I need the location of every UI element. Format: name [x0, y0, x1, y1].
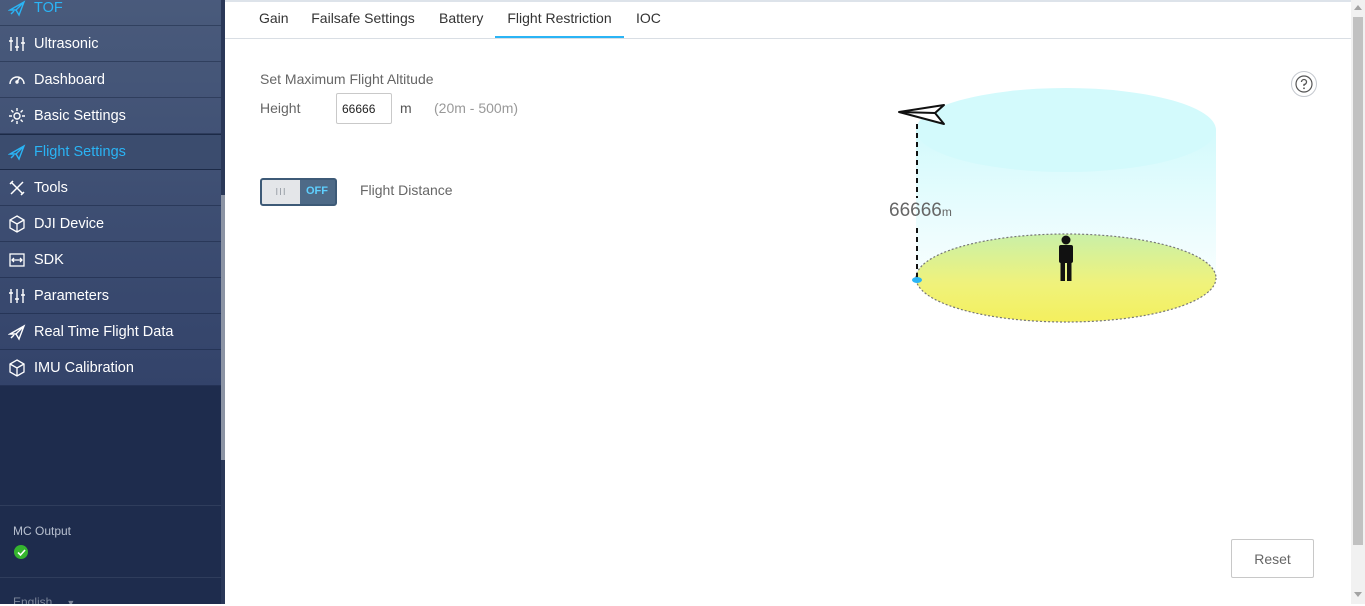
altitude-value: 66666 — [889, 200, 942, 221]
sliders-icon — [0, 35, 34, 53]
sidebar-item-label: Parameters — [34, 287, 109, 304]
origin-dot — [912, 277, 922, 283]
sliders-icon — [0, 287, 34, 305]
altitude-illustration — [898, 88, 1217, 323]
page-scroll-thumb[interactable] — [1353, 17, 1363, 545]
sidebar-nav: TOF Ultrasonic Dashboard Basic Settings … — [0, 0, 221, 386]
sidebar-item-sdk[interactable]: SDK — [0, 242, 221, 278]
altitude-value-label: 66666m — [889, 200, 952, 222]
sidebar-item-label: SDK — [34, 251, 64, 268]
language-label: English — [13, 595, 53, 604]
tools-icon — [0, 179, 34, 197]
main-panel: Gain Failsafe Settings Battery Flight Re… — [225, 0, 1351, 604]
sidebar-item-label: Real Time Flight Data — [34, 323, 174, 340]
sidebar-item-label: TOF — [34, 0, 63, 16]
sidebar-item-flight-settings[interactable]: Flight Settings — [0, 134, 221, 170]
check-icon — [14, 545, 28, 559]
sidebar-item-real-time-flight-data[interactable]: Real Time Flight Data — [0, 314, 221, 350]
page-scrollbar[interactable] — [1351, 0, 1365, 604]
sidebar-item-tools[interactable]: Tools — [0, 170, 221, 206]
sidebar-item-ultrasonic[interactable]: Ultrasonic — [0, 26, 221, 62]
scroll-down-icon[interactable] — [1354, 592, 1362, 597]
gauge-icon — [0, 71, 34, 89]
cube-icon — [0, 358, 34, 377]
sdk-icon — [0, 251, 34, 269]
sidebar-item-label: Dashboard — [34, 71, 105, 88]
sidebar-item-imu-calibration[interactable]: IMU Calibration — [0, 350, 221, 386]
sidebar-item-label: DJI Device — [34, 215, 105, 232]
sidebar: TOF Ultrasonic Dashboard Basic Settings … — [0, 0, 225, 604]
mc-output-label: MC Output — [13, 524, 72, 538]
sidebar-item-label: Flight Settings — [34, 144, 126, 160]
cube-icon — [0, 214, 34, 233]
sidebar-item-dashboard[interactable]: Dashboard — [0, 62, 221, 98]
sidebar-item-label: Ultrasonic — [34, 35, 99, 52]
altitude-unit: m — [941, 205, 952, 219]
gear-icon — [0, 107, 34, 125]
mc-output-panel: MC Output — [0, 505, 221, 578]
plane-icon — [0, 323, 34, 341]
reset-button[interactable]: Reset — [1231, 539, 1314, 578]
plane-icon — [0, 0, 34, 17]
language-select[interactable]: English ▼ — [13, 595, 75, 604]
plane-icon — [0, 143, 34, 161]
sidebar-item-parameters[interactable]: Parameters — [0, 278, 221, 314]
sidebar-item-label: Tools — [34, 179, 68, 196]
sidebar-item-basic-settings[interactable]: Basic Settings — [0, 98, 221, 134]
sidebar-item-dji-device[interactable]: DJI Device — [0, 206, 221, 242]
sidebar-item-label: Basic Settings — [34, 107, 126, 124]
sidebar-item-tof[interactable]: TOF — [0, 0, 221, 26]
chevron-down-icon: ▼ — [66, 598, 76, 604]
scroll-up-icon[interactable] — [1354, 5, 1362, 10]
sidebar-item-label: IMU Calibration — [34, 359, 134, 376]
